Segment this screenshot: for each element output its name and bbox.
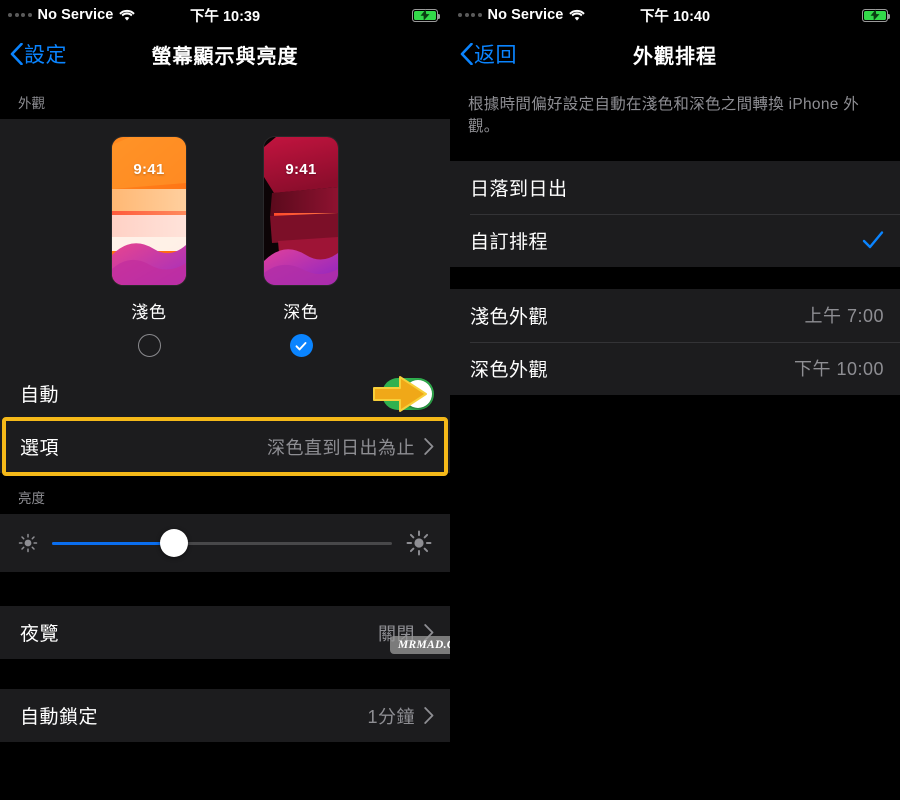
brightness-slider[interactable] <box>52 529 392 557</box>
signal-dots-icon <box>8 13 32 17</box>
radio-checked-icon[interactable] <box>289 334 313 357</box>
light-appearance-time: 上午 7:00 <box>804 306 884 327</box>
section-header-brightness: 亮度 <box>0 473 450 514</box>
dark-wallpaper-art <box>264 137 338 285</box>
light-appearance-label: 淺色外觀 <box>470 306 549 328</box>
back-button-label: 返回 <box>474 44 517 67</box>
options-row[interactable]: 選項 深色直到日出為止 <box>0 420 450 473</box>
left-screen-display-brightness: No Service 下午 10:39 設定 螢幕顯示與亮度 外觀 9:41 淺… <box>0 0 450 800</box>
options-label: 選項 <box>20 438 60 459</box>
status-bar-right: No Service 下午 10:40 <box>450 0 900 30</box>
dark-appearance-time: 下午 10:00 <box>793 359 884 380</box>
back-button-label: 設定 <box>24 44 67 67</box>
night-shift-label: 夜覽 <box>20 624 60 645</box>
appearance-option-light[interactable]: 9:41 淺色 <box>112 137 186 357</box>
battery-charging-icon <box>412 8 441 22</box>
appearance-label-dark: 深色 <box>283 303 319 322</box>
auto-lock-row[interactable]: 自動鎖定 1分鐘 <box>0 689 450 742</box>
preview-clock-light: 9:41 <box>133 161 165 178</box>
wifi-icon <box>569 9 586 22</box>
schedule-description: 根據時間偏好設定自動在淺色和深色之間轉換 iPhone 外觀。 <box>450 78 900 161</box>
back-button-return[interactable]: 返回 <box>460 39 517 69</box>
night-shift-group: 夜覽 關閉 <box>0 606 450 659</box>
status-bar-left-group: No Service <box>458 7 586 23</box>
appearance-option-dark[interactable]: 9:41 深色 <box>264 137 338 357</box>
preview-clock-dark: 9:41 <box>285 161 317 178</box>
appearance-label-light: 淺色 <box>131 303 167 322</box>
dual-screenshot-container: No Service 下午 10:39 設定 螢幕顯示與亮度 外觀 9:41 淺… <box>0 0 900 800</box>
signal-dots-icon <box>458 13 482 17</box>
back-button-settings[interactable]: 設定 <box>10 39 67 69</box>
auto-lock-group: 自動鎖定 1分鐘 <box>0 689 450 742</box>
light-appearance-time-row[interactable]: 淺色外觀 上午 7:00 <box>450 289 900 342</box>
dark-appearance-label: 深色外觀 <box>470 359 549 381</box>
automatic-label: 自動 <box>20 385 60 406</box>
chevron-left-icon <box>10 43 23 65</box>
wifi-icon <box>119 9 136 22</box>
nav-bar-left: 設定 螢幕顯示與亮度 <box>0 30 450 78</box>
carrier-label: No Service <box>37 7 114 23</box>
chevron-right-icon <box>424 438 434 455</box>
schedule-option-sunset-sunrise[interactable]: 日落到日出 <box>450 161 900 214</box>
brightness-high-icon <box>406 530 432 556</box>
page-title: 螢幕顯示與亮度 <box>151 45 299 68</box>
brightness-low-icon <box>18 533 38 553</box>
appearance-settings-group: 自動 選項 深色直到日出為止 <box>0 367 450 476</box>
schedule-options-group: 日落到日出 自訂排程 <box>450 160 900 267</box>
section-header-appearance: 外觀 <box>0 78 450 119</box>
schedule-times-group: 淺色外觀 上午 7:00 深色外觀 下午 10:00 <box>450 288 900 395</box>
light-wallpaper-art <box>112 137 186 285</box>
schedule-option-label: 自訂排程 <box>470 231 549 253</box>
schedule-option-custom[interactable]: 自訂排程 <box>450 213 900 267</box>
schedule-option-label: 日落到日出 <box>470 178 568 200</box>
brightness-slider-row[interactable] <box>0 514 450 572</box>
options-value: 深色直到日出為止 <box>267 437 415 458</box>
carrier-label: No Service <box>487 7 564 23</box>
status-bar-left-group: No Service <box>8 7 136 23</box>
options-row-wrapper: 選項 深色直到日出為止 <box>0 417 450 476</box>
auto-lock-value: 1分鐘 <box>367 706 415 727</box>
nav-bar-right: 返回 外觀排程 <box>450 30 900 78</box>
appearance-picker: 9:41 淺色 9:41 深色 <box>0 119 450 367</box>
automatic-toggle[interactable] <box>382 377 434 410</box>
light-mode-preview: 9:41 <box>112 137 186 285</box>
brightness-slider-handle[interactable] <box>160 529 189 557</box>
chevron-left-icon <box>460 43 473 65</box>
radio-unselected-icon[interactable] <box>137 334 161 357</box>
right-screen-appearance-schedule: No Service 下午 10:40 返回 外觀排程 根據時間偏好設定自動在淺… <box>450 0 900 800</box>
site-watermark: MRMAD.COM.TW <box>390 636 450 654</box>
chevron-right-icon <box>424 707 434 724</box>
status-bar-left: No Service 下午 10:39 <box>0 0 450 30</box>
auto-lock-label: 自動鎖定 <box>20 707 99 728</box>
night-shift-row[interactable]: 夜覽 關閉 <box>0 606 450 659</box>
battery-charging-icon <box>862 8 891 22</box>
checkmark-icon <box>862 231 884 249</box>
automatic-row[interactable]: 自動 <box>0 367 450 420</box>
dark-appearance-time-row[interactable]: 深色外觀 下午 10:00 <box>450 341 900 395</box>
page-title: 外觀排程 <box>633 45 717 68</box>
dark-mode-preview: 9:41 <box>264 137 338 285</box>
